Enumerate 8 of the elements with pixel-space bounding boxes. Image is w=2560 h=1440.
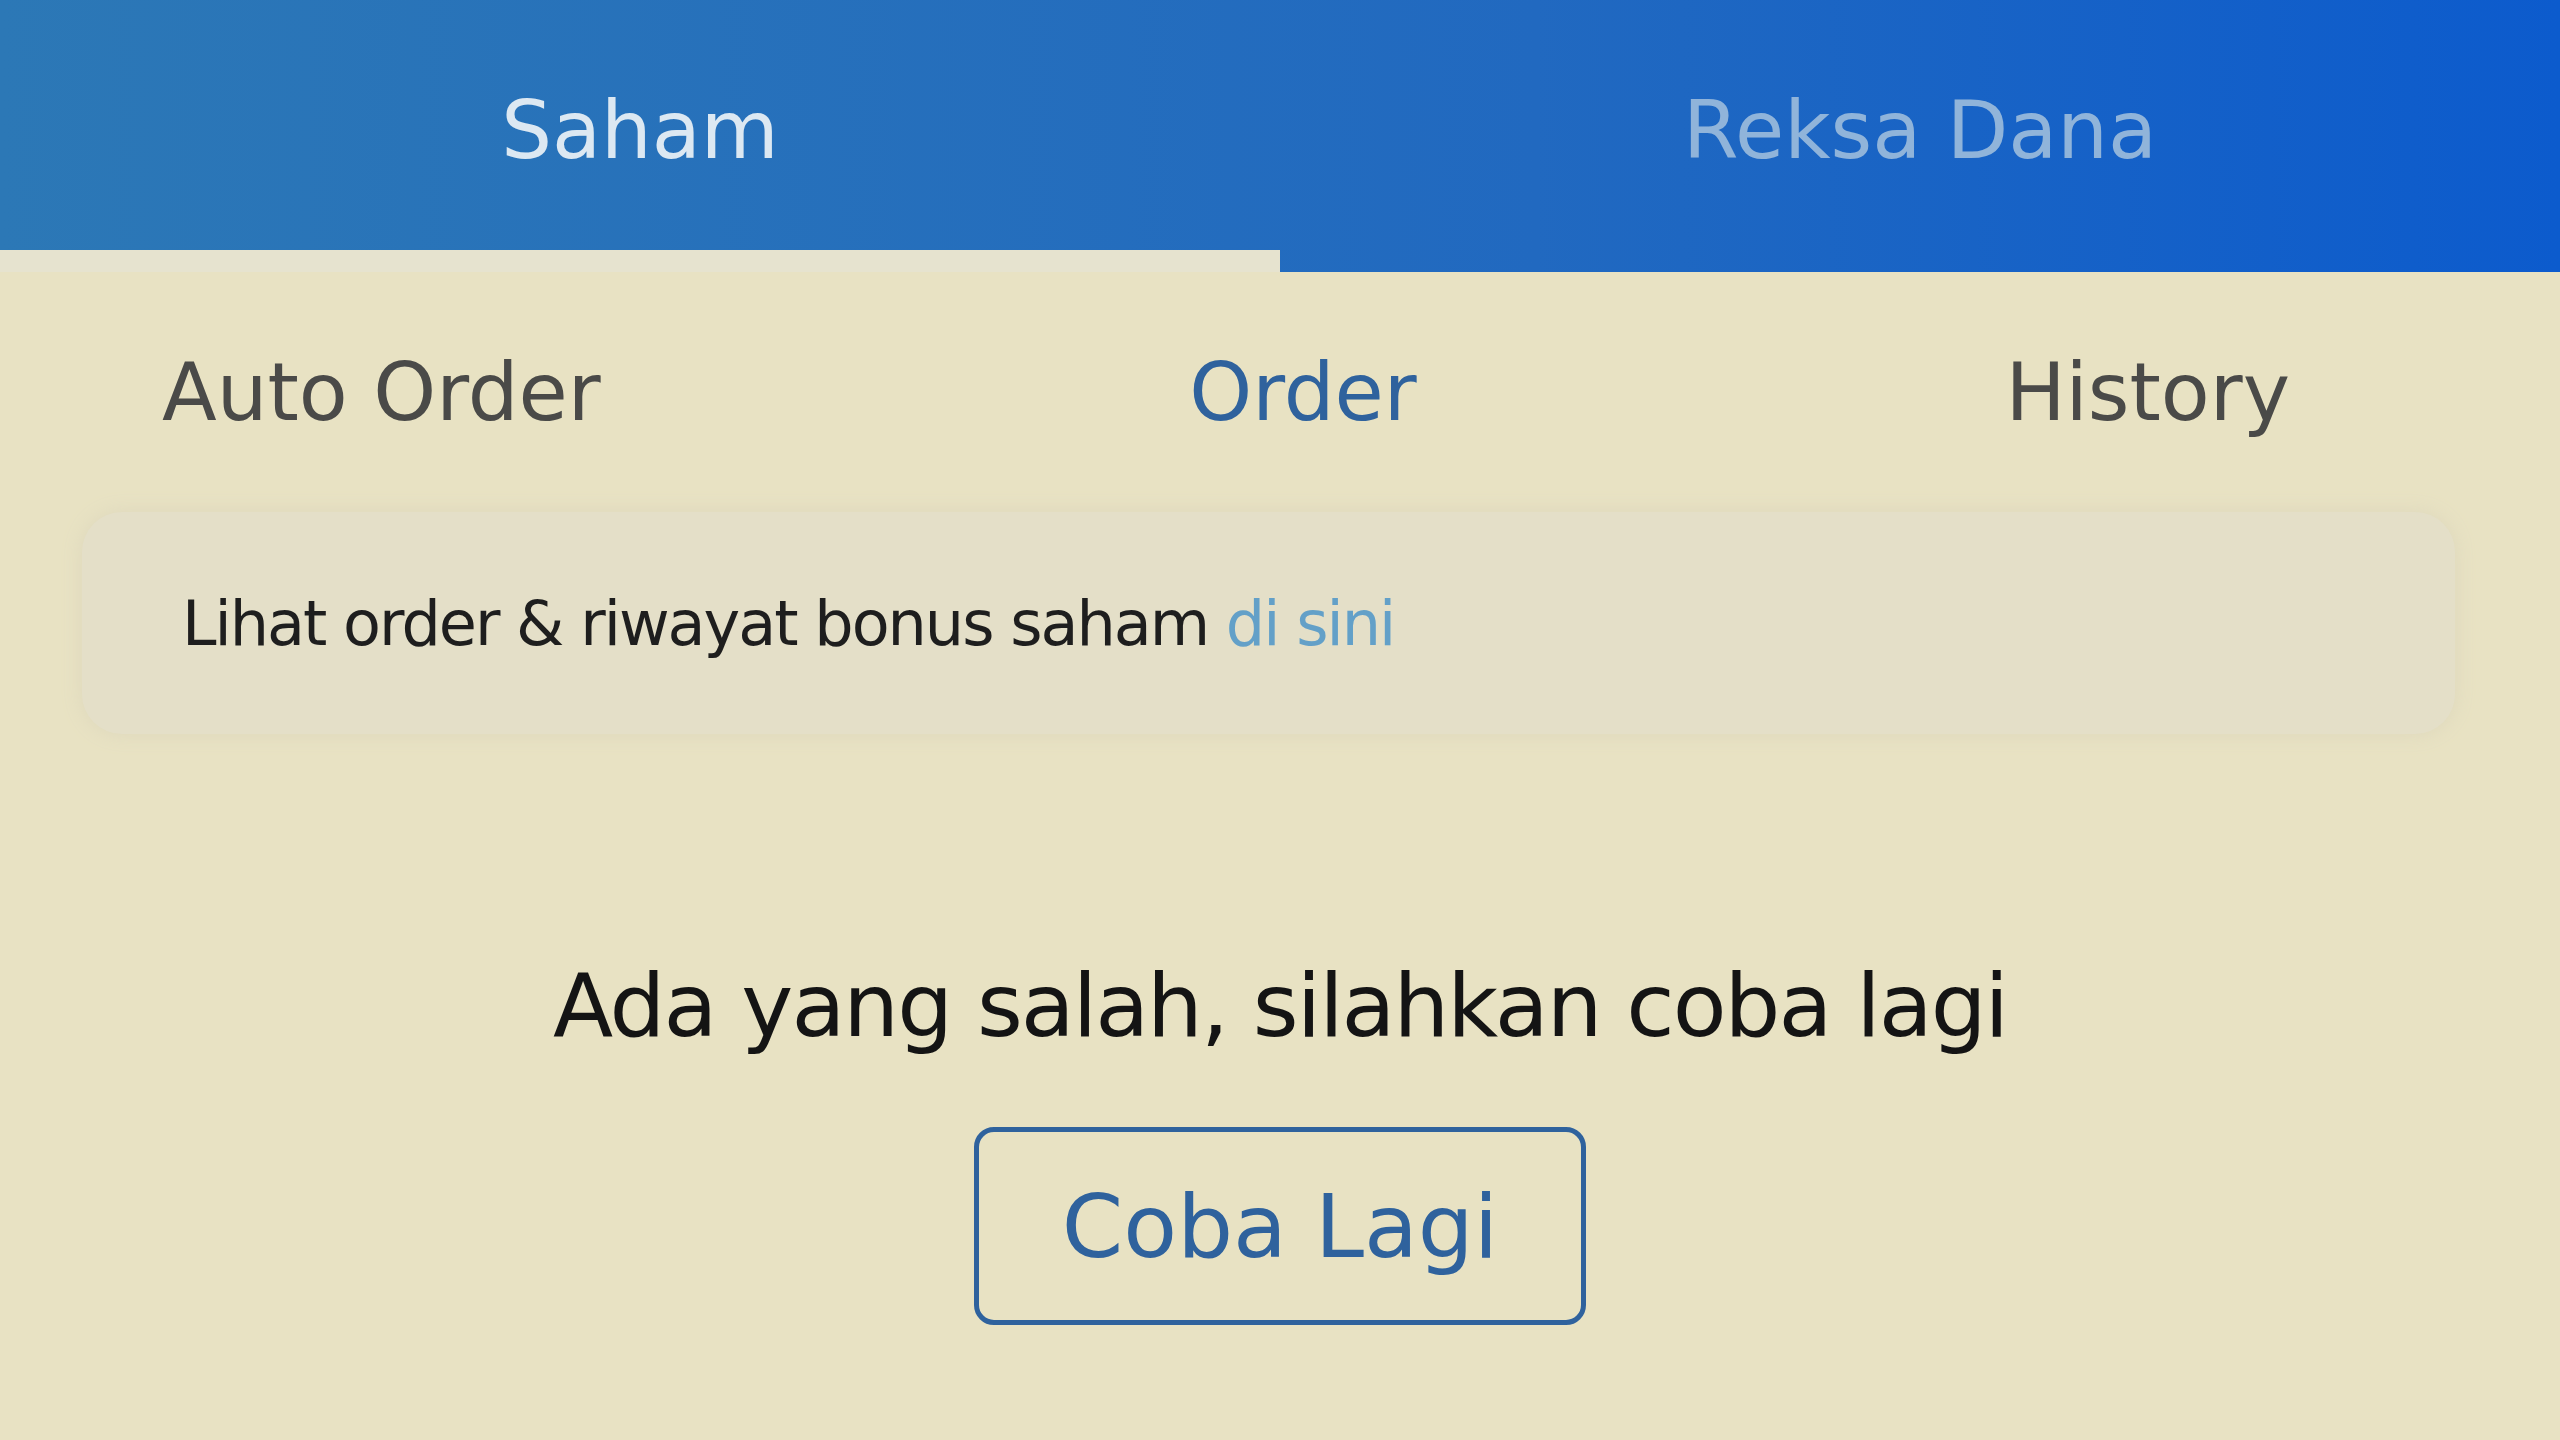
error-message: Ada yang salah, silahkan coba lagi bbox=[551, 954, 2009, 1057]
tab[interactable]: Reksa Dana bbox=[1280, 0, 2560, 272]
tab[interactable]: Auto Order bbox=[162, 345, 601, 439]
info-text: Lihat order & riwayat bonus saham di sini bbox=[182, 586, 1395, 660]
tab[interactable]: Order bbox=[1189, 345, 1417, 439]
retry-button[interactable]: Coba Lagi bbox=[974, 1127, 1586, 1325]
tab[interactable]: History bbox=[2005, 345, 2290, 439]
tab[interactable]: Saham bbox=[0, 0, 1280, 272]
